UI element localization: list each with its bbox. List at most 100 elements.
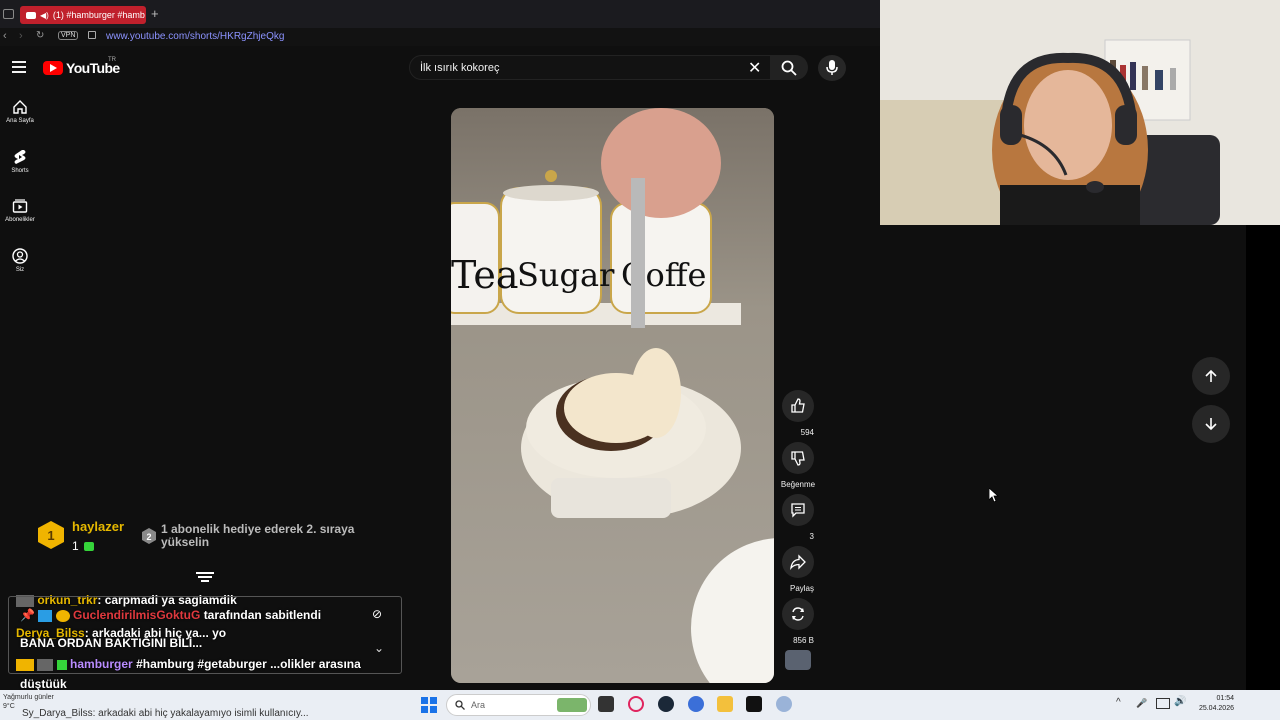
badge-icon: [38, 609, 53, 622]
chat-text: düştüük: [20, 677, 67, 691]
svg-text:1: 1: [47, 528, 54, 543]
badge-icon: [55, 609, 70, 622]
search-highlight-icon: [557, 698, 587, 712]
vpn-badge[interactable]: VPN: [58, 31, 79, 40]
right-edge-strip: [1246, 225, 1280, 690]
weather-text: Yağmurlu günler: [3, 694, 54, 701]
subscriptions-icon: [12, 199, 28, 213]
task-view-icon[interactable]: [598, 696, 614, 712]
video-frame-image: Tea Sugar Coffe: [451, 108, 774, 683]
chevron-down-icon[interactable]: ⌄: [374, 641, 384, 655]
rank-two-badge-icon: 2: [142, 528, 156, 544]
new-tab-button[interactable]: +: [151, 6, 159, 21]
remix-icon: [792, 607, 804, 621]
steam-icon[interactable]: [658, 696, 674, 712]
rank-badge-icon: 1: [38, 521, 64, 549]
webcam-overlay: [880, 0, 1280, 225]
microphone-icon[interactable]: 🎤: [1136, 698, 1147, 709]
network-icon[interactable]: [1156, 698, 1170, 709]
remix-button[interactable]: 856 B: [782, 598, 814, 648]
audio-thumbnail[interactable]: [785, 650, 811, 670]
previous-video-button[interactable]: [1192, 357, 1230, 395]
hide-pin-icon[interactable]: ⊘: [372, 607, 382, 621]
svg-text:Tea: Tea: [451, 253, 519, 297]
top-subscriber-name: haylazer: [72, 519, 125, 534]
chat-text: BANA ORDAN BAKTIĞINI BİLİ...: [20, 636, 203, 650]
taskbar-search-box[interactable]: Ara: [446, 694, 591, 716]
svg-text:2: 2: [146, 532, 151, 542]
nav-subscriptions-label: Abonelikler: [5, 217, 35, 223]
search-input[interactable]: İlk ısırık kokoreç ✕: [409, 55, 774, 80]
opera-icon[interactable]: [628, 696, 644, 712]
gift-icon: [56, 659, 67, 670]
tab-overview-icon[interactable]: [3, 9, 14, 19]
next-video-button[interactable]: [1192, 405, 1230, 443]
windows-start-icon[interactable]: [421, 697, 437, 713]
nav-shorts-label: Shorts: [11, 168, 29, 174]
search-icon: [455, 700, 465, 710]
back-icon[interactable]: ‹: [3, 30, 7, 42]
search-button[interactable]: [770, 55, 808, 80]
nav-subscriptions[interactable]: Abonelikler: [0, 198, 40, 223]
youtube-play-icon: [43, 61, 63, 75]
discord-icon[interactable]: [688, 696, 704, 712]
lock-icon: [88, 31, 96, 39]
clear-search-icon[interactable]: ✕: [748, 58, 761, 78]
date-text: 25.04.2026: [1198, 705, 1234, 712]
voice-search-button[interactable]: [818, 55, 846, 81]
volume-icon[interactable]: 🔊: [1174, 696, 1186, 707]
speaker-icon[interactable]: ◀): [40, 11, 49, 20]
file-explorer-icon[interactable]: [717, 696, 733, 712]
share-label: Paylaş: [789, 584, 814, 593]
nav-you-label: Siz: [15, 267, 25, 273]
app-icon[interactable]: [776, 696, 792, 712]
taskbar-clock[interactable]: 01:54 25.04.2026: [1196, 694, 1234, 714]
pinned-message: 📌 GuclendirilmisGoktuG tarafından sabitl…: [20, 608, 321, 622]
gift-icon: [84, 542, 94, 551]
chat-message: düştüük: [20, 677, 67, 691]
like-button[interactable]: 594: [782, 390, 814, 440]
streamer-webcam-image: [880, 0, 1280, 225]
you-icon: [12, 248, 28, 264]
share-button[interactable]: Paylaş: [782, 546, 814, 596]
search-icon: [781, 60, 797, 76]
svg-text:Sugar: Sugar: [517, 256, 615, 294]
nav-home-label: Ana Sayfa: [6, 118, 34, 124]
gift-prompt-text: 1 abonelik hediye ederek 2. sıraya yükse…: [161, 522, 355, 549]
chevron-up-icon[interactable]: ^: [1116, 697, 1121, 708]
browser-tab-bar: ◀) (1) #hamburger #hamb +: [0, 0, 880, 28]
thumbs-down-icon: [791, 451, 805, 466]
comment-count: 3: [809, 532, 814, 541]
avatar: [37, 658, 54, 671]
youtube-favicon-icon: [26, 11, 36, 19]
nav-home[interactable]: Ana Sayfa: [0, 99, 40, 124]
dislike-button[interactable]: Beğenme: [781, 442, 815, 492]
forward-icon[interactable]: ›: [19, 30, 23, 42]
short-video-player[interactable]: Tea Sugar Coffe: [451, 108, 774, 683]
hamburger-menu-icon[interactable]: [12, 61, 26, 73]
url-text[interactable]: www.youtube.com/shorts/HKRgZhjeQkg: [106, 31, 284, 42]
top-subscriber-count: 1: [72, 539, 79, 553]
kick-app-icon[interactable]: [746, 696, 762, 712]
reload-icon[interactable]: ↻: [36, 30, 44, 41]
crown-icon: [16, 658, 34, 671]
home-icon: [13, 100, 27, 114]
chat-message: hamburger #hamburg #getaburger ...olikle…: [16, 657, 361, 671]
search-query: İlk ısırık kokoreç: [420, 62, 500, 74]
taskbar-search-placeholder: Ara: [471, 700, 486, 710]
region-code: TR: [108, 57, 116, 63]
tab-title: (1) #hamburger #hamb: [52, 10, 145, 20]
browser-tab[interactable]: ◀) (1) #hamburger #hamb: [20, 6, 146, 24]
mouse-cursor-icon: [989, 488, 999, 502]
comments-button[interactable]: 3: [782, 494, 814, 544]
pin-icon: 📌: [20, 608, 35, 622]
arrow-down-icon: [1205, 418, 1217, 431]
thumbs-up-icon: [791, 398, 805, 413]
like-count: 594: [800, 428, 814, 437]
remix-count: 856 B: [793, 636, 814, 645]
comment-icon: [791, 503, 805, 518]
pinned-by-text: tarafından sabitlendi: [203, 608, 322, 622]
nav-shorts[interactable]: Shorts: [0, 149, 40, 174]
address-bar: ‹ › ↻ VPN www.youtube.com/shorts/HKRgZhj…: [0, 28, 880, 46]
nav-you[interactable]: Siz: [0, 248, 40, 273]
